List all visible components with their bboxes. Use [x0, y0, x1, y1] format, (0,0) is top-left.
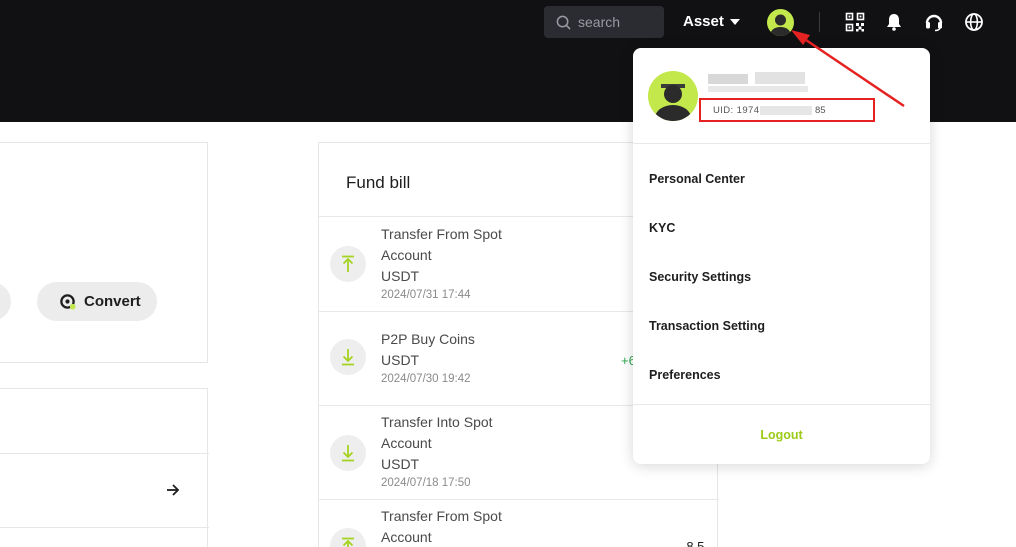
asset-overview-card — [0, 142, 208, 363]
bill-date: 2024/07/18 17:50 — [381, 477, 471, 489]
page: search Asset Convert Fund bill Transfer … — [0, 0, 1016, 547]
bill-currency: USDT — [381, 268, 420, 284]
search-placeholder: search — [578, 14, 621, 30]
transfer-out-icon — [330, 246, 366, 282]
menu-item-transaction-setting[interactable]: Transaction Setting — [649, 319, 765, 333]
bill-text: P2P Buy Coins — [381, 331, 475, 347]
search-box[interactable]: search — [544, 6, 664, 38]
user-dropdown-menu: UID: 1974 85 Personal Center KYC Securit… — [633, 48, 930, 464]
caret-down-icon — [729, 18, 740, 25]
row-divider — [0, 527, 209, 528]
globe-icon[interactable] — [964, 12, 984, 32]
bill-date: 2024/07/30 19:42 — [381, 373, 471, 385]
masked-username — [755, 72, 805, 84]
menu-item-security-settings[interactable]: Security Settings — [649, 270, 751, 284]
search-icon — [556, 15, 571, 30]
bill-text: Transfer Into Spot — [381, 414, 493, 430]
convert-button[interactable]: Convert — [37, 282, 157, 321]
fund-bill-title: Fund bill — [346, 173, 411, 192]
bill-text: Account — [381, 529, 432, 545]
bill-date: 2024/07/31 17:44 — [381, 289, 471, 301]
menu-divider — [633, 143, 930, 144]
user-avatar-icon — [655, 84, 691, 121]
user-avatar-button[interactable] — [767, 9, 794, 36]
menu-item-personal-center[interactable]: Personal Center — [649, 172, 745, 186]
bill-text: Transfer From Spot — [381, 508, 502, 524]
convert-label: Convert — [84, 293, 141, 310]
asset-menu[interactable]: Asset — [683, 13, 740, 30]
row-divider — [0, 453, 209, 454]
bill-text: Account — [381, 435, 432, 451]
qr-code-icon[interactable] — [845, 12, 865, 32]
masked-username — [708, 74, 748, 84]
arrow-right-icon[interactable] — [165, 483, 181, 497]
bell-icon[interactable] — [884, 12, 904, 32]
header-divider — [819, 12, 820, 32]
bill-currency: USDT — [381, 456, 420, 472]
deposit-icon — [330, 339, 366, 375]
bill-text: Account — [381, 247, 432, 263]
convert-icon — [60, 294, 76, 310]
bill-currency: USDT — [381, 352, 420, 368]
deposit-icon — [330, 435, 366, 471]
asset-list-card — [0, 388, 209, 547]
user-avatar-icon — [770, 14, 791, 36]
asset-label: Asset — [683, 13, 724, 30]
masked-username — [708, 86, 808, 92]
menu-divider — [633, 404, 930, 405]
bill-text: Transfer From Spot — [381, 226, 502, 242]
bill-amount: -8.5 — [682, 539, 705, 547]
menu-item-kyc[interactable]: KYC — [649, 221, 675, 235]
menu-item-preferences[interactable]: Preferences — [649, 368, 721, 382]
uid-highlight-box — [699, 98, 875, 122]
logout-button[interactable]: Logout — [633, 428, 930, 442]
transfer-out-icon — [330, 528, 366, 547]
profile-avatar — [648, 71, 698, 121]
headset-icon[interactable] — [924, 12, 944, 32]
bill-divider — [319, 499, 719, 500]
